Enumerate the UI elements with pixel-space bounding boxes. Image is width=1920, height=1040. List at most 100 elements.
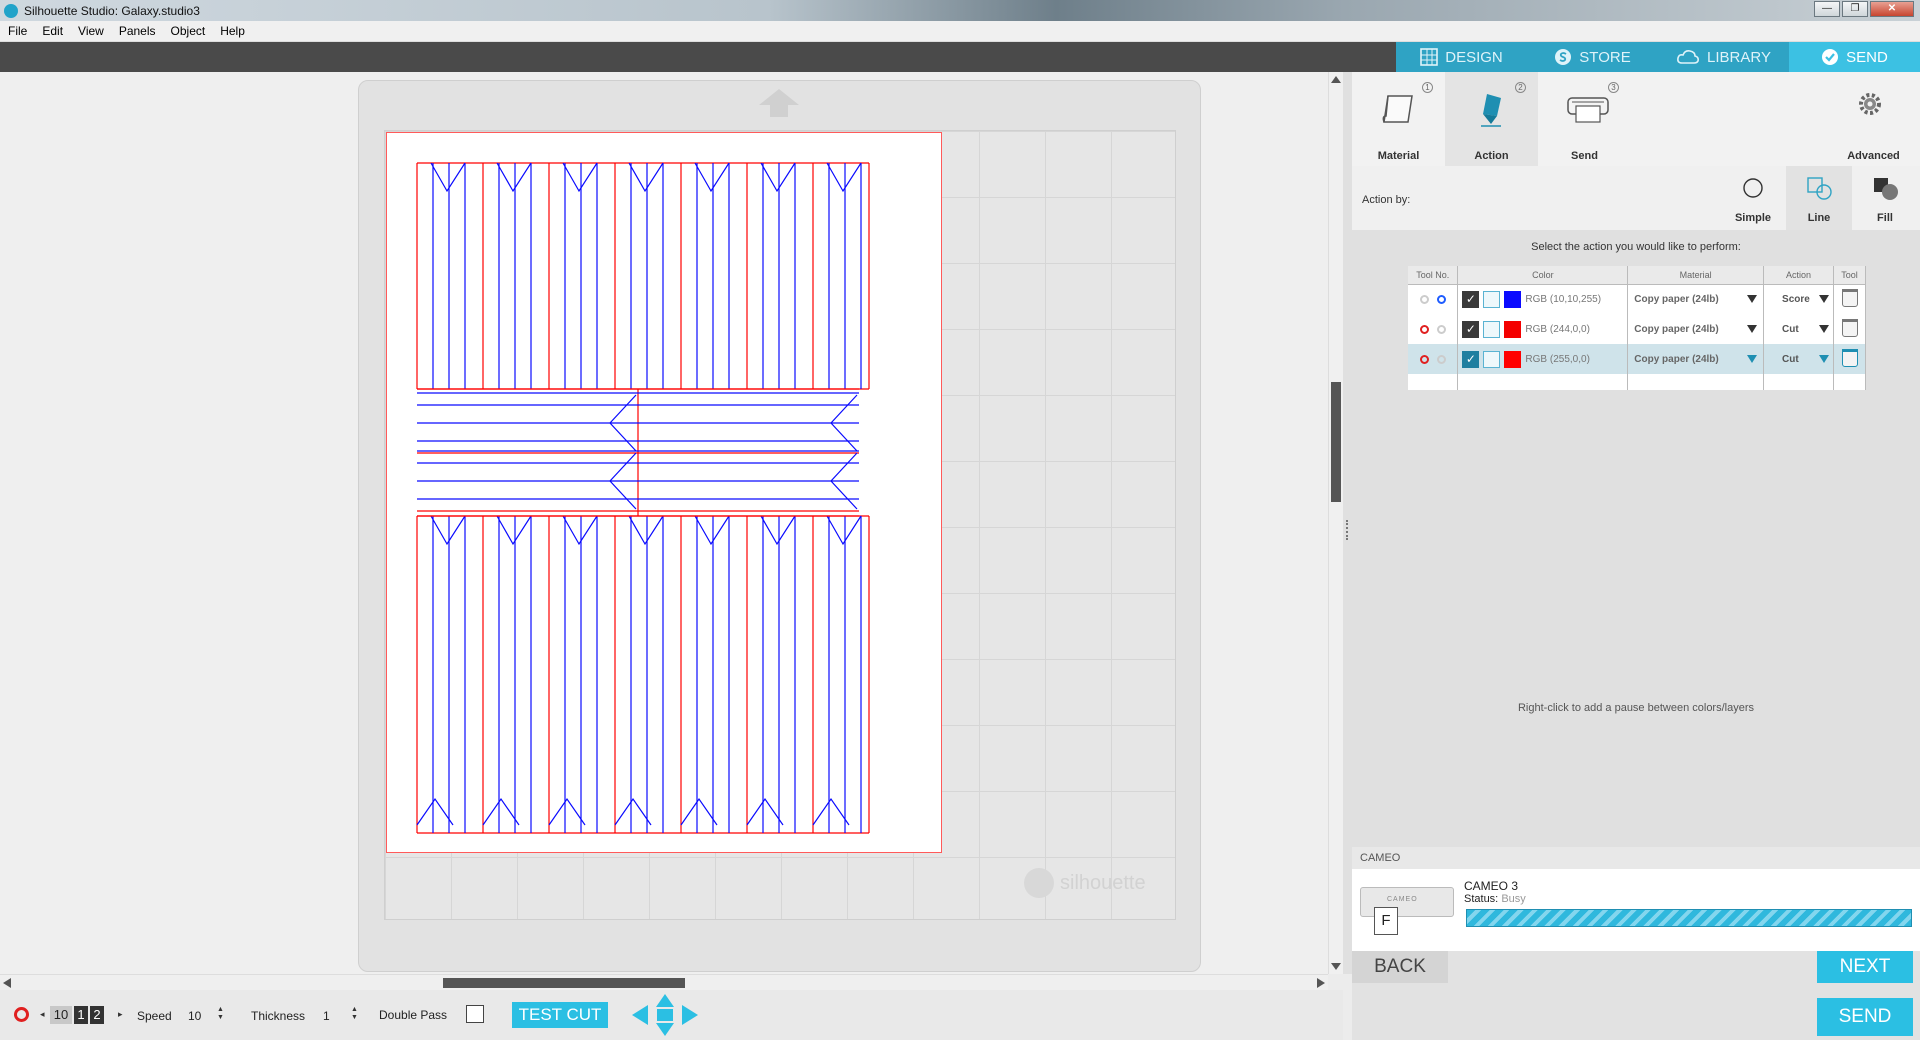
step-advanced[interactable]: Advanced (1827, 72, 1920, 166)
tab-send[interactable]: SEND (1789, 42, 1920, 72)
chevron-score (694, 515, 730, 546)
thickness-up-icon[interactable]: ▲ (351, 1006, 358, 1014)
speed-value[interactable]: 10 (188, 1009, 201, 1023)
page-number[interactable]: 10 (50, 1006, 72, 1024)
double-pass-checkbox[interactable] (466, 1005, 484, 1023)
move-right-icon[interactable] (682, 1005, 698, 1025)
scroll-down-icon[interactable] (1331, 963, 1341, 970)
page-selector[interactable]: 10 1 2 (50, 1006, 104, 1024)
tool-selector[interactable] (1408, 324, 1457, 334)
vertical-scrollbar[interactable] (1328, 72, 1343, 974)
tool-selector[interactable] (1408, 354, 1457, 364)
speed-down-icon[interactable]: ▼ (217, 1014, 224, 1022)
step-send[interactable]: 3 Send (1538, 72, 1631, 166)
dropdown-arrow-icon[interactable] (1819, 355, 1830, 363)
material-dropdown[interactable]: Copy paper (24lb) (1628, 294, 1763, 305)
action-by-simple[interactable]: Simple (1720, 166, 1786, 230)
maximize-button[interactable]: ❐ (1842, 1, 1868, 17)
move-left-icon[interactable] (632, 1005, 648, 1025)
speed-stepper[interactable]: ▲ ▼ (217, 1006, 224, 1022)
scroll-right-icon[interactable] (1317, 978, 1325, 988)
grid-icon (1420, 48, 1439, 66)
tab-library[interactable]: LIBRARY (1658, 42, 1789, 72)
menu-help[interactable]: Help (220, 24, 245, 38)
splitter-grip[interactable] (1346, 520, 1348, 540)
device-card[interactable]: CAMEO F CAMEO 3 Status: Busy (1352, 869, 1920, 951)
table-row[interactable]: ✓ RGB (10,10,255) Copy paper (24lb) Scor… (1408, 284, 1866, 314)
layer-preview-icon[interactable] (1483, 290, 1501, 308)
panel-splitter[interactable] (1343, 72, 1352, 974)
scroll-up-icon[interactable] (1331, 76, 1341, 83)
dropdown-arrow-icon[interactable] (1819, 325, 1830, 333)
thickness-value[interactable]: 1 (323, 1009, 330, 1023)
table-row[interactable]: ✓ RGB (255,0,0) Copy paper (24lb) Cut (1408, 344, 1866, 374)
menu-view[interactable]: View (78, 24, 104, 38)
tool1-radio[interactable] (1419, 294, 1429, 304)
layer-checkbox[interactable]: ✓ (1462, 350, 1480, 368)
move-up-icon[interactable] (656, 994, 674, 1007)
layer-preview-icon[interactable] (1483, 320, 1501, 338)
table-row[interactable]: ✓ RGB (244,0,0) Copy paper (24lb) Cut (1408, 314, 1866, 344)
page-number[interactable]: 1 (74, 1006, 88, 1024)
move-down-icon[interactable] (656, 1023, 674, 1036)
design-canvas[interactable]: silhouette (0, 72, 1328, 974)
cut-pattern[interactable] (387, 133, 943, 854)
material-dropdown[interactable]: Copy paper (24lb) (1628, 354, 1763, 365)
step-material[interactable]: 1 Material (1352, 72, 1445, 166)
tab-design[interactable]: DESIGN (1396, 42, 1527, 72)
tool1-radio[interactable] (1419, 324, 1429, 334)
simple-circle-icon (1743, 178, 1763, 198)
next-button[interactable]: NEXT (1817, 951, 1913, 983)
tool-selector[interactable] (1408, 294, 1457, 304)
device-badge: F (1374, 907, 1398, 935)
tool-icon[interactable] (1841, 288, 1858, 307)
menu-object[interactable]: Object (171, 24, 206, 38)
layer-preview-icon[interactable] (1483, 350, 1501, 368)
step-action[interactable]: 2 Action (1445, 72, 1538, 166)
page-next-icon[interactable]: ▸ (118, 1009, 123, 1020)
tool-icon[interactable] (1841, 348, 1858, 367)
tool2-radio[interactable] (1436, 324, 1446, 334)
menu-edit[interactable]: Edit (42, 24, 63, 38)
tab-store[interactable]: STORE (1527, 42, 1658, 72)
move-center-icon[interactable] (657, 1009, 673, 1021)
close-button[interactable]: ✕ (1870, 1, 1914, 17)
store-s-icon (1555, 49, 1572, 65)
material-dropdown[interactable]: Copy paper (24lb) (1628, 324, 1763, 335)
thickness-down-icon[interactable]: ▼ (351, 1014, 358, 1022)
action-prompt: Select the action you would like to perf… (1531, 241, 1741, 253)
thickness-stepper[interactable]: ▲ ▼ (351, 1006, 358, 1022)
minimize-button[interactable]: — (1814, 1, 1840, 17)
page-number[interactable]: 2 (90, 1006, 104, 1024)
send-button[interactable]: SEND (1817, 998, 1913, 1036)
back-button[interactable]: BACK (1352, 951, 1448, 983)
tool1-radio[interactable] (1419, 354, 1429, 364)
record-icon[interactable] (14, 1007, 29, 1022)
dropdown-arrow-icon[interactable] (1747, 295, 1758, 304)
tool2-radio[interactable] (1436, 354, 1446, 364)
action-dropdown[interactable]: Cut (1764, 324, 1833, 335)
layer-checkbox[interactable]: ✓ (1462, 290, 1480, 308)
action-by-line[interactable]: Line (1786, 166, 1852, 230)
tool2-radio[interactable] (1436, 294, 1446, 304)
action-dropdown[interactable]: Score (1764, 294, 1833, 305)
vertical-scroll-thumb[interactable] (1331, 382, 1341, 502)
dropdown-arrow-icon[interactable] (1747, 325, 1758, 333)
tool-icon[interactable] (1841, 318, 1858, 337)
col-color: Color (1457, 266, 1629, 285)
test-cut-button[interactable]: TEST CUT (512, 1002, 608, 1028)
silhouette-logo-icon (4, 3, 18, 18)
menu-panels[interactable]: Panels (119, 24, 156, 38)
dropdown-arrow-icon[interactable] (1747, 355, 1758, 363)
menu-file[interactable]: File (8, 24, 27, 38)
blade-move-pad[interactable] (630, 993, 700, 1037)
horizontal-scrollbar[interactable] (0, 974, 1328, 990)
action-dropdown[interactable]: Cut (1764, 354, 1833, 365)
action-by-fill[interactable]: Fill (1852, 166, 1918, 230)
scroll-left-icon[interactable] (3, 978, 11, 988)
dropdown-arrow-icon[interactable] (1819, 295, 1830, 304)
layer-checkbox[interactable]: ✓ (1462, 320, 1480, 338)
speed-up-icon[interactable]: ▲ (217, 1006, 224, 1014)
page-prev-icon[interactable]: ◂ (40, 1009, 45, 1020)
horizontal-scroll-thumb[interactable] (443, 978, 685, 988)
